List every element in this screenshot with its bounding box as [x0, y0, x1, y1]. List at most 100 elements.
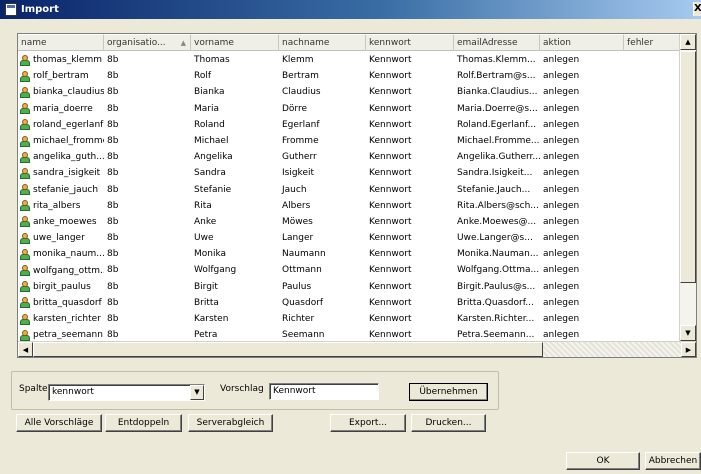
column-header-aktion[interactable]: aktion	[540, 34, 624, 51]
table-row[interactable]: michael_fromme 8b Michael Fromme Kennwort Mic…	[18, 133, 680, 149]
name-text: angelika_guth...	[33, 152, 104, 163]
fehler-cell	[624, 230, 680, 246]
aktion-cell: anlegen	[543, 265, 580, 276]
table-row[interactable]: thomas_klemm 8b Thomas Klemm Kennwort Thomas.…	[18, 52, 680, 68]
entdoppeln-button[interactable]: Entdoppeln	[105, 414, 182, 432]
fehler-cell	[624, 52, 680, 68]
ok-button[interactable]: OK	[566, 452, 640, 470]
kennwort-cell: Kennwort	[369, 281, 412, 292]
column-header-fehler[interactable]: fehler	[624, 34, 680, 51]
org-cell: 8b	[107, 152, 119, 163]
nachname-cell: Fromme	[282, 135, 319, 146]
user-icon	[20, 70, 30, 82]
table-row[interactable]: birgit_paulus 8b Birgit Paulus Kennwort Birgi…	[18, 279, 680, 295]
aktion-cell: anlegen	[543, 119, 580, 130]
aktion-cell: anlegen	[543, 297, 580, 308]
table-row[interactable]: karsten_richter 8b Karsten Richter Kennwort K…	[18, 311, 680, 327]
table-row[interactable]: rolf_bertram 8b Rolf Bertram Kennwort Rolf.Be…	[18, 68, 680, 84]
close-icon[interactable]: X	[693, 2, 701, 16]
name-cell: stefanie_jauch	[18, 182, 104, 198]
user-icon	[20, 248, 30, 260]
chevron-down-icon[interactable]: ▼	[190, 385, 204, 400]
table-row[interactable]: monika_naum... 8b Monika Naumann Kennwort Mon…	[18, 246, 680, 262]
table-row[interactable]: bianka_claudius 8b Bianka Claudius Kennwort B…	[18, 84, 680, 100]
nachname-cell: Claudius	[282, 87, 321, 98]
name-text: sandra_isigkeit	[33, 168, 101, 179]
nachname-cell: Dörre	[282, 103, 308, 114]
vorname-cell: Stefanie	[194, 184, 232, 195]
name-cell: birgit_paulus	[18, 279, 104, 295]
kennwort-cell: Kennwort	[369, 233, 412, 244]
fehler-cell	[624, 117, 680, 133]
table-row[interactable]: angelika_guth... 8b Angelika Gutherr Kennwor…	[18, 149, 680, 165]
fehler-cell	[624, 262, 680, 278]
vertical-scroll-thumb[interactable]	[680, 51, 696, 283]
drucken-button[interactable]: Drucken...	[411, 414, 486, 432]
vorschlag-input[interactable]: Kennwort	[269, 383, 379, 400]
name-cell: wolfgang_ottm...	[18, 262, 104, 278]
table-row[interactable]: sandra_isigkeit 8b Sandra Isigkeit Kennwort S…	[18, 165, 680, 181]
kennwort-cell: Kennwort	[369, 216, 412, 227]
fehler-cell	[624, 68, 680, 84]
alle-vorschlaege-button[interactable]: Alle Vorschläge	[16, 414, 102, 432]
column-header-nachname[interactable]: nachname	[279, 34, 366, 51]
aktion-cell: anlegen	[543, 314, 580, 324]
table-row[interactable]: stefanie_jauch 8b Stefanie Jauch Kennwort Ste…	[18, 182, 680, 198]
nachname-cell: Quasdorf	[282, 297, 324, 308]
org-cell: 8b	[107, 55, 119, 65]
abbrechen-button[interactable]: Abbrechen	[645, 452, 701, 470]
table-row[interactable]: britta_quasdorf 8b Britta Quasdorf Kennwort B…	[18, 295, 680, 311]
kennwort-cell: Kennwort	[369, 55, 412, 65]
table-row[interactable]: rita_albers 8b Rita Albers Kennwort Rita.Albe…	[18, 198, 680, 214]
name-text: maria_doerre	[33, 103, 93, 114]
name-text: stefanie_jauch	[33, 184, 99, 195]
uebernehmen-button[interactable]: Übernehmen	[409, 383, 488, 401]
org-cell: 8b	[107, 265, 119, 276]
export-button[interactable]: Export...	[330, 414, 406, 432]
column-header-email[interactable]: emailAdresse	[454, 34, 540, 51]
scroll-left-button[interactable]: ◀	[18, 342, 33, 357]
name-cell: thomas_klemm	[18, 52, 104, 68]
scroll-down-button[interactable]: ▼	[680, 325, 696, 341]
kennwort-cell: Kennwort	[369, 168, 412, 179]
column-header-name[interactable]: name	[18, 34, 104, 51]
user-icon	[20, 329, 30, 341]
vorname-cell: Roland	[194, 119, 225, 130]
org-cell: 8b	[107, 71, 119, 82]
name-cell: uwe_langer	[18, 230, 104, 246]
aktion-cell: anlegen	[543, 168, 580, 179]
email-cell: Britta.Quasdorf...	[457, 297, 534, 308]
aktion-cell: anlegen	[543, 249, 580, 260]
email-cell: Thomas.Klemm...	[457, 55, 536, 65]
table-row[interactable]: wolfgang_ottm... 8b Wolfgang Ottmann Kennwor…	[18, 262, 680, 278]
column-header-vorname[interactable]: vorname	[191, 34, 279, 51]
serverabgleich-button[interactable]: Serverabgleich	[188, 414, 273, 432]
name-text: wolfgang_ottm...	[33, 265, 104, 276]
user-icon	[20, 297, 30, 309]
kennwort-cell: Kennwort	[369, 71, 412, 82]
email-cell: Birgit.Paulus@s...	[457, 281, 536, 292]
aktion-cell: anlegen	[543, 103, 580, 114]
org-cell: 8b	[107, 184, 119, 195]
nachname-cell: Langer	[282, 233, 314, 244]
scroll-up-button[interactable]: ▲	[680, 34, 696, 50]
spalte-select[interactable]: kennwort ▼	[48, 384, 205, 401]
horizontal-scroll-thumb[interactable]	[33, 342, 543, 357]
column-header-kennwort[interactable]: kennwort	[366, 34, 454, 51]
fehler-cell	[624, 165, 680, 181]
table-row[interactable]: uwe_langer 8b Uwe Langer Kennwort Uwe.Langer@…	[18, 230, 680, 246]
fehler-cell	[624, 246, 680, 262]
table-row[interactable]: maria_doerre 8b Maria Dörre Kennwort Maria.Do…	[18, 101, 680, 117]
table-row[interactable]: roland_egerlanf 8b Roland Egerlanf Kennwort R…	[18, 117, 680, 133]
org-cell: 8b	[107, 168, 119, 179]
horizontal-scrollbar[interactable]: ◀ ▶	[18, 341, 696, 357]
table-row[interactable]: anke_moewes 8b Anke Möwes Kennwort Anke.Moewe…	[18, 214, 680, 230]
column-header-organisation[interactable]: organisatio... ▲	[104, 34, 191, 51]
scroll-right-button[interactable]: ▶	[681, 342, 696, 357]
nachname-cell: Albers	[282, 200, 311, 211]
name-text: monika_naum...	[33, 249, 104, 260]
vorname-cell: Britta	[194, 297, 219, 308]
column-header-organisation-label: organisatio...	[107, 38, 166, 48]
kennwort-cell: Kennwort	[369, 103, 412, 114]
vertical-scrollbar[interactable]: ▲ ▼	[679, 34, 696, 343]
